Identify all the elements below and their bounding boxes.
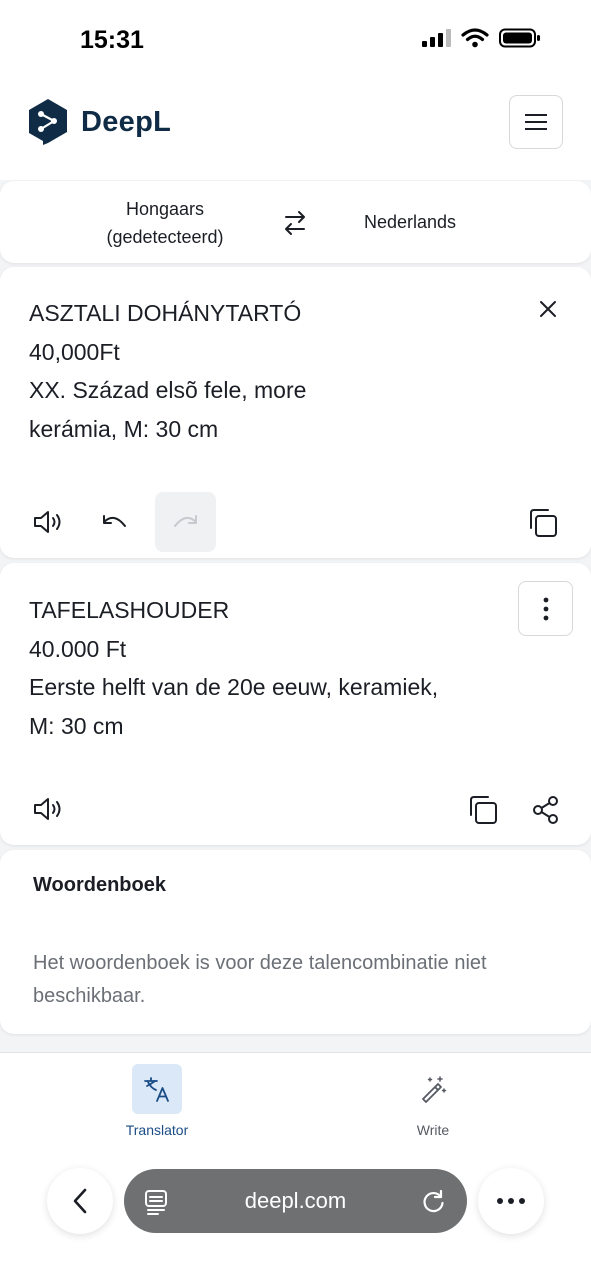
status-bar: 15:31 (0, 0, 591, 78)
translation-line: M: 30 cm (29, 712, 124, 739)
swap-arrows-icon (285, 211, 305, 235)
address-bar[interactable]: deepl.com (124, 1169, 467, 1233)
source-textarea[interactable]: ASZTALI DOHÁNYTARTÓ 40,000Ft XX. Század … (29, 294, 306, 448)
dictionary-message: Het woordenboek is voor deze talencombin… (33, 952, 487, 1007)
share-icon (533, 796, 558, 824)
copy-icon (470, 796, 497, 824)
url-text: deepl.com (244, 1188, 347, 1213)
translation-options-button[interactable] (518, 581, 573, 636)
translation-line: TAFELASHOUDER (29, 597, 230, 623)
more-vertical-icon (543, 597, 548, 620)
app-header: DeepL (0, 78, 591, 180)
browser-toolbar: deepl.com (0, 1166, 591, 1236)
redo-button[interactable] (155, 492, 216, 552)
reader-mode-icon[interactable] (144, 1189, 168, 1215)
app-name: DeepL (81, 105, 172, 138)
undo-button[interactable] (95, 505, 133, 539)
more-horizontal-icon (497, 1198, 525, 1204)
listen-source-button[interactable] (28, 505, 68, 539)
clear-text-button[interactable] (532, 293, 564, 325)
speaker-icon (34, 511, 61, 533)
reload-icon[interactable] (421, 1188, 447, 1214)
browser-more-button[interactable] (478, 1168, 544, 1234)
nav-translator[interactable]: Translator (97, 1064, 217, 1138)
copy-icon (530, 509, 557, 537)
copy-translation-button[interactable] (464, 791, 502, 829)
status-icons (421, 28, 541, 48)
dictionary-title: Woordenboek (33, 874, 166, 896)
signal-icon (422, 29, 451, 47)
nav-write-label: Write (416, 1122, 450, 1138)
undo-icon (103, 515, 126, 527)
translation-line: 40.000 Ft (29, 635, 127, 662)
deepl-logo-icon (29, 99, 67, 145)
menu-button[interactable] (509, 95, 563, 149)
nav-write[interactable]: Write (373, 1064, 493, 1138)
wifi-icon (461, 28, 489, 48)
source-line: 40,000Ft (29, 338, 120, 365)
translation-line: Eerste helft van de 20e eeuw, keramiek, (29, 674, 439, 700)
close-icon (540, 301, 556, 317)
browser-back-button[interactable] (47, 1168, 113, 1234)
source-text-card: ASZTALI DOHÁNYTARTÓ 40,000Ft XX. Század … (0, 267, 591, 558)
magic-wand-icon (408, 1064, 458, 1114)
deepl-logo[interactable]: DeepL (28, 98, 171, 146)
share-button[interactable] (528, 792, 564, 828)
target-language-button[interactable]: Nederlands (340, 181, 480, 263)
speaker-icon (34, 798, 61, 820)
source-line: kerámia, M: 30 cm (29, 415, 219, 442)
translate-icon (132, 1064, 182, 1114)
chevron-left-icon (73, 1188, 87, 1214)
translation-card: TAFELASHOUDER 40.000 Ft Eerste helft van… (0, 563, 591, 845)
battery-icon (499, 28, 540, 48)
dictionary-card: Woordenboek Het woordenboek is voor deze… (0, 850, 591, 1034)
hamburger-menu-icon (525, 114, 547, 130)
source-line: XX. Század elsõ fele, more (29, 377, 307, 403)
nav-translator-label: Translator (125, 1122, 189, 1138)
copy-source-button[interactable] (524, 504, 562, 542)
source-line: ASZTALI DOHÁNYTARTÓ (29, 300, 302, 326)
status-time: 15:31 (80, 26, 144, 54)
listen-translation-button[interactable] (28, 792, 68, 826)
source-language-button[interactable]: Hongaars (gedetecteerd) (90, 195, 240, 251)
translation-output: TAFELASHOUDER 40.000 Ft Eerste helft van… (29, 591, 438, 745)
redo-icon (173, 515, 197, 527)
swap-languages-button[interactable] (278, 206, 312, 245)
